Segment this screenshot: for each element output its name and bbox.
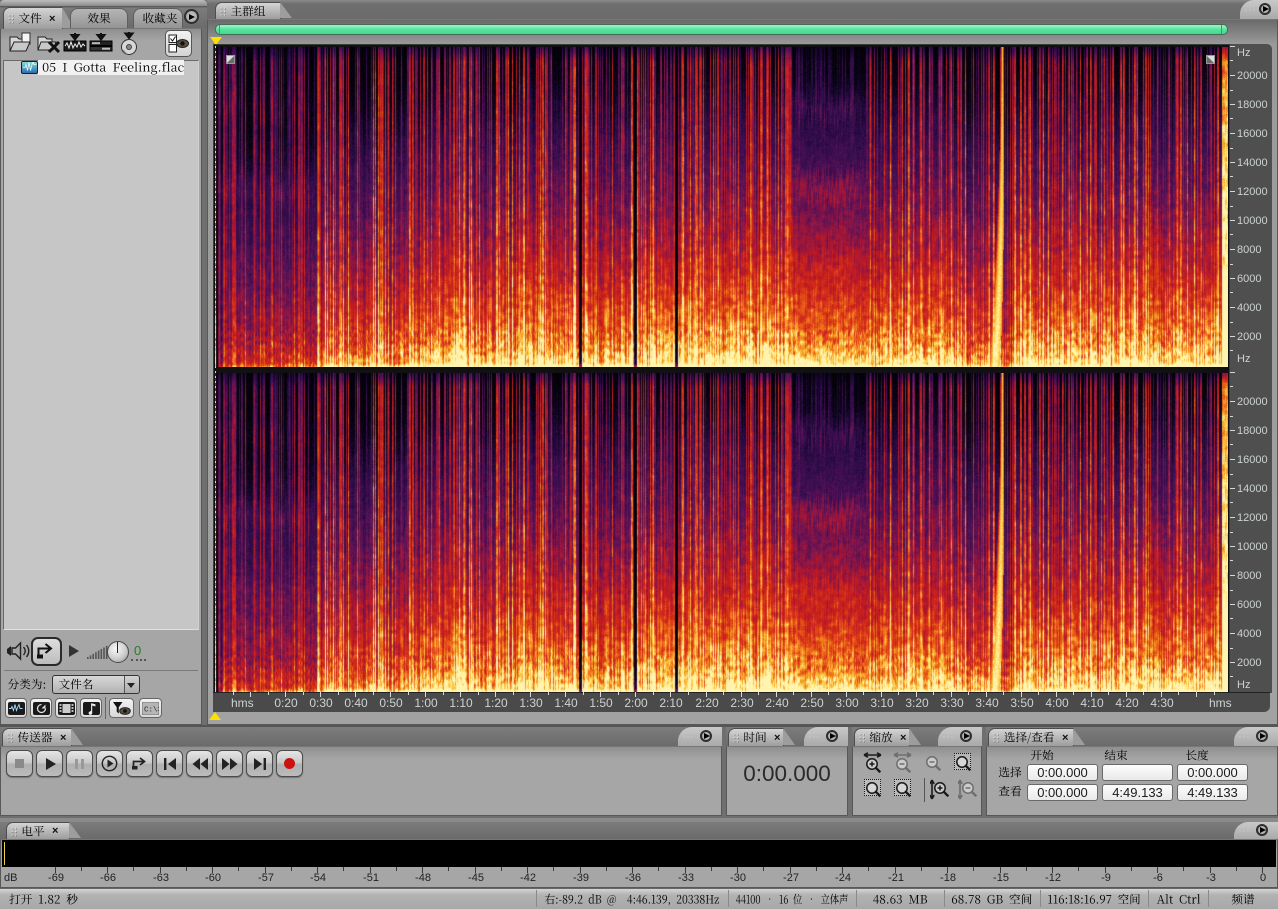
svg-text:C:\>: C:\> (144, 706, 159, 714)
